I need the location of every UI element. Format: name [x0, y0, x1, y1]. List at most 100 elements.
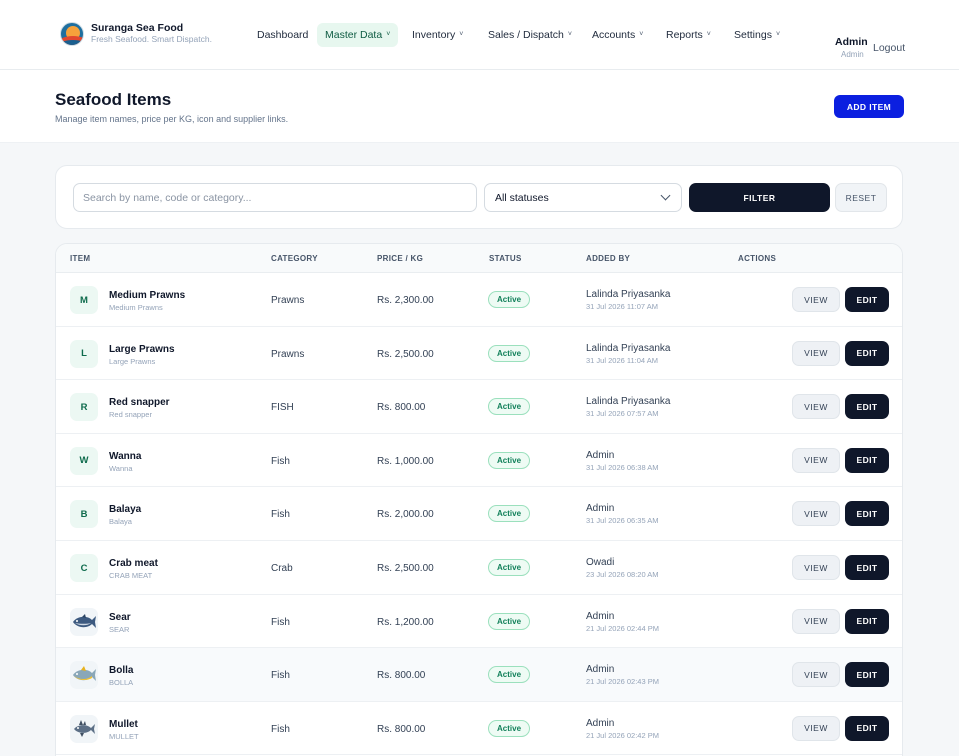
item-code: CRAB MEAT [109, 571, 153, 580]
nav-item-sales-dispatch[interactable]: Sales / Dispatch ˅ [488, 29, 572, 41]
item-name: Mullet [109, 718, 138, 730]
edit-button[interactable]: EDIT [845, 394, 889, 420]
status-select-value: All statuses [495, 191, 549, 204]
edit-button[interactable]: EDIT [845, 662, 889, 688]
nav-item-accounts[interactable]: Accounts ˅ [592, 29, 643, 41]
item-initial-avatar: R [70, 393, 98, 422]
view-button[interactable]: VIEW [792, 662, 840, 688]
item-category: Prawns [271, 348, 305, 360]
column-header-actions: ACTIONS [738, 254, 777, 263]
view-button[interactable]: VIEW [792, 608, 840, 634]
added-by-name: Lalinda Priyasanka [586, 396, 671, 408]
status-badge: Active [488, 291, 531, 308]
filter-button[interactable]: FILTER [689, 183, 830, 212]
table-row: L Large Prawns Large Prawns Prawns Rs. 2,500… [56, 326, 902, 381]
item-code: MULLET [109, 731, 139, 741]
item-code: BOLLA [109, 678, 134, 688]
status-badge: Active [488, 451, 531, 469]
status-select[interactable]: All statuses [484, 183, 682, 212]
item-category: Fish [271, 616, 290, 628]
table-row: B Balaya Balaya Fish Rs. 2,000.00 Active Admin… [56, 487, 902, 541]
edit-button[interactable]: EDIT [845, 501, 889, 527]
item-name: Large Prawns [109, 343, 175, 355]
table-row: M Medium Prawns Medium Prawns Prawns Rs. 2,3… [56, 273, 902, 327]
view-button[interactable]: VIEW [792, 394, 840, 420]
reset-button[interactable]: RESET [835, 183, 887, 212]
edit-button[interactable]: EDIT [845, 608, 889, 634]
chevron-down-icon: ˅ [706, 30, 711, 38]
item-initial-avatar: B [70, 500, 98, 529]
item-name: Wanna [109, 450, 142, 462]
item-initial-avatar: M [70, 286, 98, 314]
nav-item-label: Dashboard [257, 29, 309, 41]
view-button[interactable]: VIEW [792, 340, 840, 366]
edit-button[interactable]: EDIT [845, 287, 889, 312]
chevron-down-icon: ˅ [567, 30, 572, 38]
page-header: Seafood Items Manage item names, price p… [0, 70, 959, 143]
edit-button[interactable]: EDIT [845, 555, 889, 580]
nav-item-dashboard[interactable]: Dashboard [257, 29, 308, 41]
edit-button[interactable]: EDIT [845, 715, 889, 741]
status-badge: Active [488, 344, 531, 362]
edit-button[interactable]: EDIT [845, 340, 889, 366]
added-at-timestamp: 31 Jul 2026 11:07 AM [586, 302, 658, 311]
brand-tagline: Fresh Seafood. Smart Dispatch. [91, 34, 212, 44]
item-category: Fish [271, 509, 290, 521]
column-header-added-by: ADDED BY [586, 254, 631, 263]
added-at-timestamp: 21 Jul 2026 02:43 PM [586, 677, 659, 687]
item-name: Medium Prawns [109, 290, 186, 301]
chevron-down-icon [660, 190, 671, 201]
status-badge: Active [488, 612, 531, 630]
chevron-down-icon: ˅ [639, 30, 644, 38]
view-button[interactable]: VIEW [792, 715, 840, 741]
logout-link[interactable]: Logout [873, 42, 905, 54]
table-row: Sear SEAR Fish Rs. 1,200.00 Active Admin 21 Ju… [56, 594, 902, 649]
table-row: Mullet MULLET Fish Rs. 800.00 Active Admin 21 … [56, 701, 902, 756]
user-name: Admin [835, 36, 868, 48]
item-code: Medium Prawns [109, 303, 163, 312]
add-item-button[interactable]: ADD ITEM [834, 95, 904, 118]
nav-item-label: Sales / Dispatch [488, 29, 564, 41]
view-button[interactable]: VIEW [792, 447, 840, 473]
table-row: W Wanna Wanna Fish Rs. 1,000.00 Active Admin 31… [56, 433, 902, 488]
nav-item-reports[interactable]: Reports ˅ [666, 29, 711, 41]
table-row: Bolla BOLLA Fish Rs. 800.00 Active Admin 21 Ju… [56, 648, 902, 702]
chevron-down-icon: ˅ [386, 30, 391, 38]
view-button[interactable]: VIEW [792, 501, 840, 527]
added-at-timestamp: 31 Jul 2026 06:35 AM [586, 516, 659, 526]
item-name: Bolla [109, 665, 134, 677]
user-role: Admin [841, 50, 864, 59]
nav-item-label: Accounts [592, 29, 636, 41]
status-badge: Active [488, 559, 531, 576]
spiky-fish-icon [70, 714, 98, 743]
nav-item-settings[interactable]: Settings ˅ [734, 29, 780, 41]
view-button[interactable]: VIEW [792, 287, 840, 312]
added-by-name: Owadi [586, 557, 615, 568]
nav-item-master-data[interactable]: Master Data ˅ [317, 23, 399, 47]
added-at-timestamp: 31 Jul 2026 06:38 AM [586, 462, 659, 472]
page-subtitle: Manage item names, price per KG, icon an… [55, 114, 289, 124]
filter-card: All statuses FILTER RESET [55, 165, 903, 229]
added-by-name: Admin [586, 664, 615, 676]
item-price: Rs. 2,000.00 [377, 509, 434, 521]
item-price: Rs. 2,500.00 [377, 563, 434, 574]
item-code: Large Prawns [109, 356, 156, 366]
item-name: Balaya [109, 504, 142, 516]
item-price: Rs. 800.00 [377, 723, 426, 735]
item-category: Fish [271, 455, 290, 467]
added-by-name: Lalinda Priyasanka [586, 289, 671, 300]
nav-item-inventory[interactable]: Inventory ˅ [412, 29, 463, 41]
yellow-fish-icon [70, 661, 98, 690]
item-price: Rs. 2,300.00 [377, 295, 434, 306]
added-at-timestamp: 23 Jul 2026 08:20 AM [586, 570, 659, 579]
item-category: Crab [271, 563, 293, 574]
item-initial-avatar: C [70, 554, 98, 582]
table-row: C Crab meat CRAB MEAT Crab Rs. 2,500.00 Activ… [56, 541, 902, 595]
nav-item-label: Reports [666, 29, 703, 41]
search-input[interactable] [73, 183, 477, 212]
status-badge: Active [488, 505, 531, 523]
chevron-down-icon: ˅ [775, 30, 781, 38]
table-row: R Red snapper Red snapper FISH Rs. 800.00 Act… [56, 380, 902, 434]
view-button[interactable]: VIEW [792, 555, 840, 580]
edit-button[interactable]: EDIT [845, 447, 889, 473]
